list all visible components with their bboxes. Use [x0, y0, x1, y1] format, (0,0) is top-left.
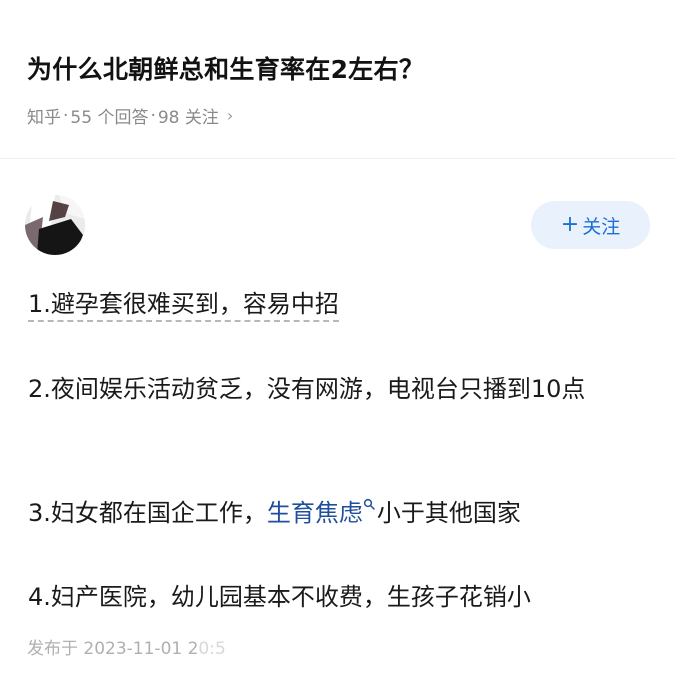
- meta-separator: ·: [63, 105, 69, 126]
- search-icon[interactable]: [363, 498, 375, 510]
- chevron-right-icon: ›: [226, 106, 234, 125]
- publish-text-faded: 0:5: [198, 639, 226, 659]
- avatar-image: [25, 195, 85, 255]
- followers-count: 98 关注: [157, 108, 219, 128]
- answer-text-1: 1.避孕套很难买到，容易中招: [28, 290, 339, 322]
- publish-timestamp: 发布于 2023-11-01 20:5: [27, 634, 226, 659]
- keyword-link[interactable]: 生育焦虑: [267, 499, 363, 527]
- follow-label: 关注: [582, 215, 621, 238]
- answer-text-3b: 小于其他国家: [376, 499, 521, 527]
- question-meta[interactable]: 知乎 · 55 个回答 · 98 关注 ›: [27, 103, 234, 129]
- source-label: 知乎: [27, 108, 61, 128]
- answer-paragraph-3: 3.妇女都在国企工作，生育焦虑 小于其他国家: [28, 492, 648, 535]
- plus-icon: +: [560, 212, 580, 237]
- follow-button[interactable]: + 关注: [531, 201, 650, 249]
- question-title[interactable]: 为什么北朝鲜总和生育率在2左右？: [27, 50, 424, 86]
- answers-count: 55 个回答: [70, 108, 149, 128]
- answer-paragraph-2: 2.夜间娱乐活动贫乏，没有网游，电视台只播到10点: [28, 375, 586, 403]
- answer-text-3a: 3.妇女都在国企工作，: [28, 499, 267, 527]
- answer-paragraph-1: 1.避孕套很难买到，容易中招: [28, 283, 648, 326]
- meta-separator: ·: [150, 105, 156, 126]
- publish-text: 发布于 2023-11-01 2: [27, 639, 199, 659]
- avatar[interactable]: [25, 195, 85, 255]
- answer-paragraph-4: 4.妇产医院，幼儿园基本不收费，生孩子花销小: [28, 583, 531, 611]
- question-header: 为什么北朝鲜总和生育率在2左右？ 知乎 · 55 个回答 · 98 关注 ›: [0, 0, 675, 159]
